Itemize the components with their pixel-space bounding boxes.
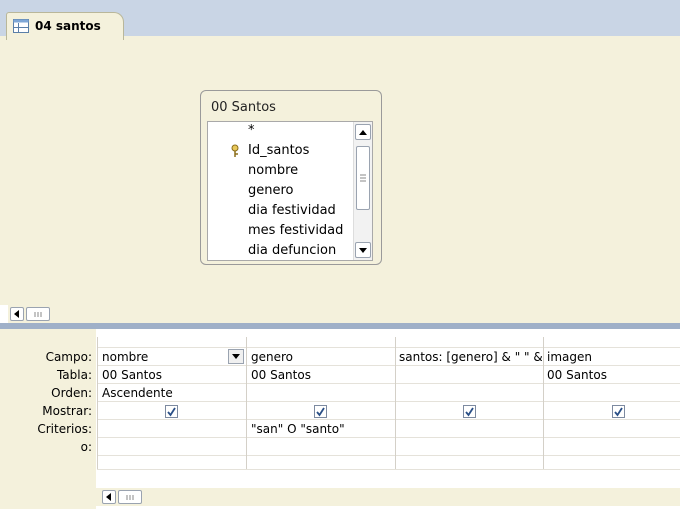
row-label-o: o:	[80, 440, 92, 454]
checkmark-icon	[167, 407, 176, 417]
query-design-area: 00 Santos * Id_santos nombre genero dia …	[0, 40, 680, 305]
grid-line	[97, 365, 680, 366]
scroll-thumb[interactable]	[356, 146, 370, 210]
campo-dropdown-button[interactable]	[228, 349, 244, 364]
query-icon	[13, 19, 29, 33]
scroll-up-button[interactable]	[355, 124, 371, 140]
field-list-item[interactable]: *	[248, 123, 255, 138]
campo-cell[interactable]: genero	[251, 350, 391, 364]
grid-line	[97, 401, 680, 402]
table-window-title: 00 Santos	[211, 100, 276, 115]
tab-label: 04 santos	[35, 19, 101, 33]
chevron-down-icon	[232, 354, 240, 359]
field-list: * Id_santos nombre genero dia festividad…	[207, 121, 373, 261]
field-list-item[interactable]: nombre	[248, 163, 298, 178]
primary-key-icon	[231, 144, 239, 157]
row-label-tabla: Tabla:	[56, 368, 92, 382]
row-label-mostrar: Mostrar:	[42, 404, 92, 418]
field-list-item[interactable]: genero	[248, 183, 294, 198]
tabla-cell[interactable]: 00 Santos	[102, 368, 242, 382]
arrow-left-icon	[14, 310, 19, 318]
scroll-thumb[interactable]	[118, 490, 142, 504]
query-grid: Campo: Tabla: Orden: Mostrar: Criterios:…	[0, 329, 680, 509]
field-list-item[interactable]: mes festividad	[248, 223, 343, 238]
criterios-cell[interactable]: "san" O "santo"	[251, 422, 391, 436]
grid-column-separator	[395, 337, 396, 469]
row-label-campo: Campo:	[45, 350, 92, 364]
grid-line	[97, 419, 680, 420]
field-list-item[interactable]: dia festividad	[248, 203, 336, 218]
grip-icon	[126, 495, 134, 500]
tab-04-santos[interactable]: 04 santos	[6, 12, 124, 40]
grid-column-separator	[97, 337, 98, 469]
campo-cell[interactable]: nombre	[102, 350, 222, 364]
grid-horizontal-scrollbar[interactable]	[96, 488, 680, 506]
scroll-down-button[interactable]	[355, 242, 371, 258]
grid-line	[97, 437, 680, 438]
grid-line	[97, 469, 680, 470]
grip-icon	[360, 174, 366, 182]
table-window-00-santos[interactable]: 00 Santos * Id_santos nombre genero dia …	[200, 90, 382, 265]
campo-cell[interactable]: santos: [genero] & " " &	[399, 350, 542, 364]
campo-cell[interactable]: imagen	[547, 350, 677, 364]
design-horizontal-scrollbar[interactable]	[8, 305, 680, 323]
checkmark-icon	[614, 407, 623, 417]
scroll-left-button[interactable]	[10, 307, 24, 321]
grid-line	[97, 455, 680, 456]
tabla-cell[interactable]: 00 Santos	[251, 368, 391, 382]
arrow-down-icon	[359, 248, 367, 253]
arrow-up-icon	[359, 130, 367, 135]
mostrar-checkbox[interactable]	[463, 405, 476, 418]
scroll-left-button[interactable]	[102, 490, 116, 504]
grid-column-separator	[246, 337, 247, 469]
row-labels-column: Campo: Tabla: Orden: Mostrar: Criterios:…	[0, 329, 96, 509]
orden-cell[interactable]: Ascendente	[102, 386, 242, 400]
mostrar-checkbox[interactable]	[165, 405, 178, 418]
row-label-orden: Orden:	[51, 386, 92, 400]
grip-icon	[34, 312, 42, 317]
mostrar-checkbox[interactable]	[612, 405, 625, 418]
checkmark-icon	[465, 407, 474, 417]
field-list-item[interactable]: Id_santos	[248, 143, 309, 158]
row-label-criterios: Criterios:	[37, 422, 92, 436]
checkmark-icon	[316, 407, 325, 417]
tabla-cell[interactable]: 00 Santos	[547, 368, 677, 382]
arrow-left-icon	[106, 493, 111, 501]
grid-line	[97, 383, 680, 384]
mostrar-checkbox[interactable]	[314, 405, 327, 418]
field-list-item[interactable]: dia defuncion	[248, 243, 336, 258]
scroll-thumb[interactable]	[26, 307, 50, 321]
grid-column-separator	[543, 337, 544, 469]
grid-line	[97, 347, 680, 348]
field-list-scrollbar[interactable]	[353, 122, 372, 260]
